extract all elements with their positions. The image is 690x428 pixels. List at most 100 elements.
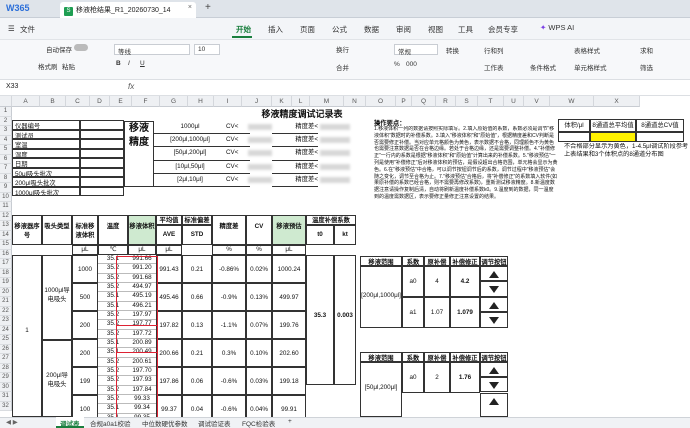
column-header[interactable]: J xyxy=(242,96,272,107)
column-header[interactable]: X xyxy=(594,96,640,107)
row-header[interactable]: 29 xyxy=(0,373,12,383)
number-format-select[interactable]: 常规 xyxy=(394,44,438,56)
wps-ai-button[interactable]: ✦ WPS AI xyxy=(536,21,578,34)
volume-cell[interactable]: 197.97 xyxy=(128,311,156,321)
adjust-button[interactable] xyxy=(480,312,508,328)
column-header[interactable]: H xyxy=(188,96,214,107)
r1-a0-mod[interactable]: 4.2 xyxy=(450,266,480,297)
row-header[interactable]: 31 xyxy=(0,392,12,402)
sheet-tab-debug[interactable]: 调试表 xyxy=(56,417,84,428)
info-value[interactable] xyxy=(80,139,124,149)
temp-cell[interactable]: 35.1 xyxy=(98,292,128,302)
column-header[interactable]: N xyxy=(344,96,366,107)
row-header[interactable]: 17 xyxy=(0,259,12,269)
sheet-tab-median[interactable]: 中位数硬优参数 xyxy=(138,417,192,428)
column-header[interactable]: E xyxy=(110,96,132,107)
adjust-button[interactable] xyxy=(480,297,508,312)
sheet-nav-icon[interactable]: ◀ ▶ xyxy=(2,417,22,428)
column-header[interactable]: B xyxy=(40,96,66,107)
paste-button[interactable]: 粘贴 xyxy=(62,61,75,71)
menu-review[interactable]: 审阅 xyxy=(396,24,411,35)
temp-cell[interactable]: 35.2 xyxy=(98,386,128,395)
menu-tools[interactable]: 工具 xyxy=(458,24,473,35)
sum-button[interactable]: 求和 xyxy=(640,45,653,55)
column-header[interactable]: C xyxy=(66,96,90,107)
row-header[interactable]: 4 xyxy=(0,135,12,145)
merge-button[interactable]: 合并 xyxy=(336,62,349,72)
volume-cell[interactable]: 200.61 xyxy=(128,358,156,367)
cell-reference[interactable]: X33 xyxy=(6,83,92,94)
adjust-button[interactable] xyxy=(480,266,508,281)
menu-insert[interactable]: 插入 xyxy=(268,24,283,35)
menu-view[interactable]: 视图 xyxy=(428,24,443,35)
row-header[interactable]: 32 xyxy=(0,401,12,411)
temp-cell[interactable]: 35.2 xyxy=(98,311,128,321)
cond-format-button[interactable]: 条件格式 xyxy=(530,62,556,72)
volume-cell[interactable]: 494.97 xyxy=(128,283,156,293)
row-header[interactable]: 24 xyxy=(0,325,12,335)
volume-cell[interactable]: 197.84 xyxy=(128,386,156,395)
column-header[interactable]: O xyxy=(366,96,396,107)
info-value[interactable] xyxy=(80,186,124,196)
temp-cell[interactable]: 35.1 xyxy=(98,302,128,311)
column-header[interactable]: M xyxy=(310,96,344,107)
volume-cell[interactable]: 197.93 xyxy=(128,376,156,386)
row-header[interactable]: 1 xyxy=(0,107,12,117)
row-header[interactable]: 26 xyxy=(0,344,12,354)
worksheet-button[interactable]: 工作表 xyxy=(484,62,504,72)
temp-cell[interactable]: 35.2 xyxy=(98,367,128,377)
column-header[interactable]: A xyxy=(12,96,40,107)
temp-cell[interactable]: 35.2 xyxy=(98,358,128,367)
r1-a1-orig[interactable]: 1.07 xyxy=(424,297,450,328)
hamburger-icon[interactable]: ☰ xyxy=(8,24,15,33)
rows-cols-button[interactable]: 行和列 xyxy=(484,45,504,55)
row-header[interactable]: 6 xyxy=(0,154,12,164)
r1-a0-orig[interactable]: 4 xyxy=(424,266,450,297)
row-header[interactable]: 5 xyxy=(0,145,12,155)
volume-cell[interactable]: 991.20 xyxy=(128,264,156,274)
adjust-button[interactable] xyxy=(480,281,508,297)
info-value[interactable] xyxy=(80,148,124,158)
row-header[interactable]: 12 xyxy=(0,211,12,221)
sheet-tab-fqc[interactable]: FQC检验表 xyxy=(238,417,279,428)
r2-a0-orig[interactable]: 2 xyxy=(424,362,450,393)
autosave-toggle[interactable] xyxy=(74,44,88,51)
temp-cell[interactable]: 35.2 xyxy=(98,395,128,405)
info-value[interactable] xyxy=(80,167,124,177)
temp-cell[interactable]: 35.2 xyxy=(98,330,128,339)
row-header[interactable]: 11 xyxy=(0,202,12,212)
column-header[interactable]: I xyxy=(214,96,242,107)
volume-cell[interactable]: 99.33 xyxy=(128,395,156,405)
thousands-button[interactable]: 000 xyxy=(406,61,417,68)
column-header[interactable]: L xyxy=(292,96,310,107)
channel-avg-cell[interactable] xyxy=(590,132,636,142)
volume-cell[interactable]: 200.89 xyxy=(128,339,156,349)
row-header[interactable]: 7 xyxy=(0,164,12,174)
cell-style-button[interactable]: 单元格样式 xyxy=(574,62,607,72)
row-header[interactable]: 18 xyxy=(0,268,12,278)
sheet-tab-a0a1[interactable]: 合规a0a1校验 xyxy=(86,417,134,428)
temp-cell[interactable]: 35.2 xyxy=(98,274,128,283)
volume-cell[interactable]: 197.72 xyxy=(128,330,156,339)
row-header[interactable]: 10 xyxy=(0,192,12,202)
row-header[interactable]: 28 xyxy=(0,363,12,373)
column-header[interactable]: R xyxy=(436,96,456,107)
close-tab-icon[interactable]: × xyxy=(188,4,192,11)
column-header[interactable]: S xyxy=(456,96,478,107)
column-header[interactable]: V xyxy=(524,96,550,107)
row-header[interactable]: 27 xyxy=(0,354,12,364)
info-value[interactable] xyxy=(80,129,124,139)
row-header[interactable]: 22 xyxy=(0,306,12,316)
info-value[interactable] xyxy=(80,177,124,187)
row-header[interactable]: 16 xyxy=(0,249,12,259)
convert-button[interactable]: 转换 xyxy=(446,45,459,55)
menu-page[interactable]: 页面 xyxy=(300,24,315,35)
menu-member[interactable]: 会员专享 xyxy=(488,24,518,35)
column-header[interactable]: P xyxy=(396,96,412,107)
font-size-select[interactable]: 10 xyxy=(194,44,220,55)
filter-button[interactable]: 筛选 xyxy=(640,62,653,72)
row-header[interactable]: 8 xyxy=(0,173,12,183)
column-header[interactable]: K xyxy=(272,96,292,107)
row-header[interactable]: 15 xyxy=(0,240,12,250)
column-header[interactable]: Q xyxy=(412,96,436,107)
